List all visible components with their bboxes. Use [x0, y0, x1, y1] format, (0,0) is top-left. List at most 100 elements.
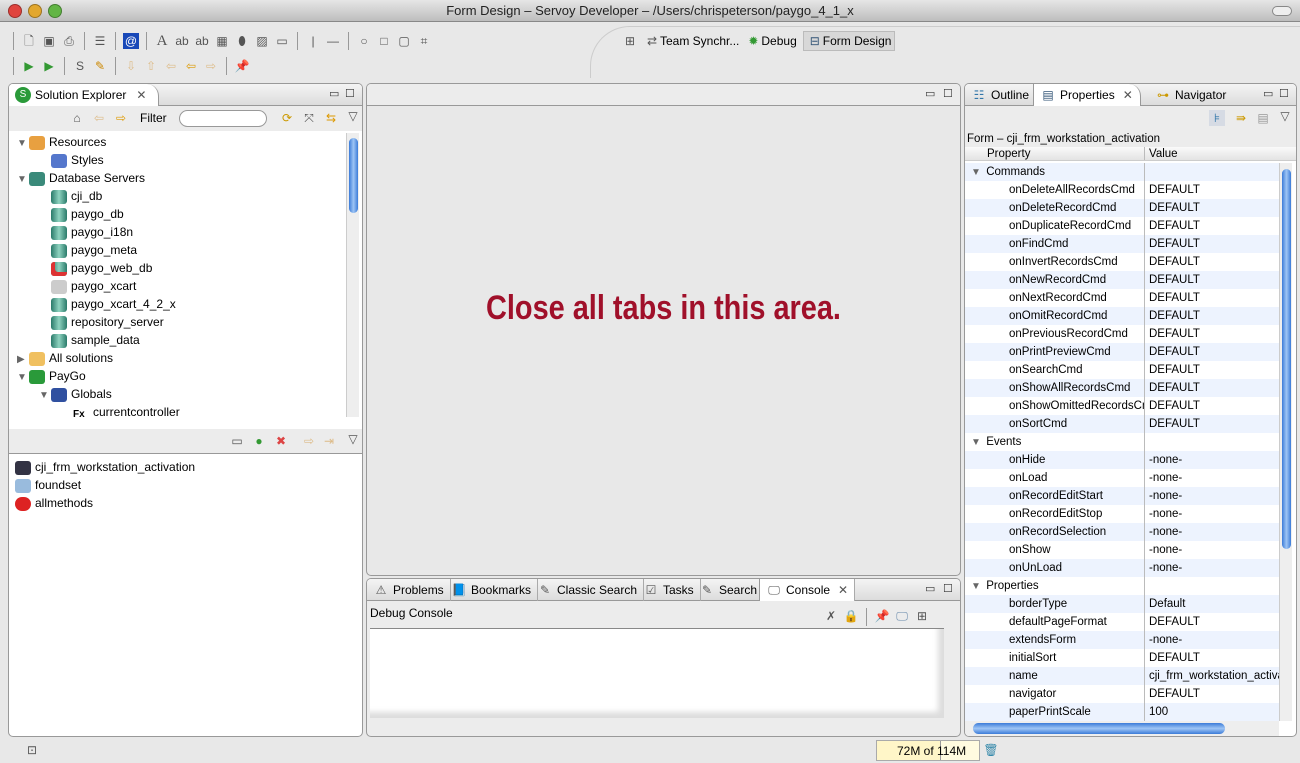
tree-item[interactable]: paygo_db	[9, 205, 345, 223]
property-value[interactable]: -none-	[1145, 487, 1279, 505]
close-tab-icon[interactable]: ✕	[1123, 84, 1133, 106]
property-row[interactable]: onDeleteRecordCmd DEFAULT	[965, 199, 1279, 217]
collapse-arrow-icon[interactable]: ▼	[971, 164, 983, 181]
property-value[interactable]: Default	[1145, 595, 1279, 613]
link-editor-icon[interactable]: ⇆	[323, 110, 339, 126]
home-icon[interactable]: ⌂	[69, 110, 85, 126]
scroll-lock-icon[interactable]: 🔒	[843, 608, 859, 624]
property-value[interactable]: DEFAULT	[1145, 325, 1279, 343]
property-value[interactable]: DEFAULT	[1145, 307, 1279, 325]
property-row[interactable]: extendsForm -none-	[965, 631, 1279, 649]
restore-default-icon[interactable]: ▤	[1255, 110, 1271, 126]
minimize-icon[interactable]: ▭	[1263, 87, 1273, 100]
open-perspective-icon[interactable]: ⊞	[622, 33, 638, 49]
pin-console-icon[interactable]: 📌	[874, 608, 890, 624]
property-value[interactable]: DEFAULT	[1145, 343, 1279, 361]
list-item[interactable]: cji_frm_workstation_activation	[15, 458, 355, 476]
back-icon[interactable]: ⇦	[183, 58, 199, 74]
collapse-arrow-icon[interactable]: ▼	[971, 578, 983, 595]
form-icon[interactable]: ☰	[92, 33, 108, 49]
list-item[interactable]: allmethods	[15, 494, 355, 512]
property-value[interactable]: DEFAULT	[1145, 271, 1279, 289]
tree-item[interactable]: paygo_xcart_4_2_x	[9, 295, 345, 313]
perspective-team-sync[interactable]: ⇄ Team Synchr...	[644, 33, 739, 49]
property-row[interactable]: onSortCmd DEFAULT	[965, 415, 1279, 433]
property-value[interactable]: -none-	[1145, 559, 1279, 577]
property-value[interactable]: -none-	[1145, 631, 1279, 649]
property-row[interactable]: onPrintPreviewCmd DEFAULT	[965, 343, 1279, 361]
tab-bookmarks[interactable]: 📘 Bookmarks	[445, 579, 539, 601]
property-value[interactable]: DEFAULT	[1145, 235, 1279, 253]
garbage-collect-icon[interactable]: 🗑	[983, 742, 999, 758]
property-row[interactable]: name cji_frm_workstation_activation	[965, 667, 1279, 685]
minimize-icon[interactable]: ▭	[925, 87, 935, 100]
show-categories-icon[interactable]: ⊧	[1209, 110, 1225, 126]
property-row[interactable]: onInvertRecordsCmd DEFAULT	[965, 253, 1279, 271]
bean-icon[interactable]: ⬮	[234, 33, 250, 49]
property-value[interactable]: -none-	[1145, 541, 1279, 559]
tree-item[interactable]: ▼ Database Servers	[9, 169, 345, 187]
view-menu-icon[interactable]: ▽	[345, 431, 361, 447]
flag-icon[interactable]: @	[123, 33, 139, 49]
property-row[interactable]: onShow -none-	[965, 541, 1279, 559]
property-value[interactable]: -none-	[1145, 523, 1279, 541]
open-icon[interactable]: ▭	[229, 433, 245, 449]
property-row[interactable]: initialSort DEFAULT	[965, 649, 1279, 667]
property-row[interactable]: onPreviousRecordCmd DEFAULT	[965, 325, 1279, 343]
image-icon[interactable]: ▨	[254, 33, 270, 49]
property-value[interactable]: DEFAULT	[1145, 685, 1279, 703]
tab-tasks[interactable]: ☑ Tasks	[637, 579, 701, 601]
textfield-icon[interactable]: ab	[174, 33, 190, 49]
property-value[interactable]: DEFAULT	[1145, 379, 1279, 397]
property-value[interactable]: DEFAULT	[1145, 181, 1279, 199]
property-category[interactable]: ▼ Properties	[965, 577, 1279, 595]
property-value[interactable]: -none-	[1145, 505, 1279, 523]
property-value[interactable]: DEFAULT	[1145, 289, 1279, 307]
zoom-window-button[interactable]	[48, 4, 62, 18]
property-row[interactable]: onOmitRecordCmd DEFAULT	[965, 307, 1279, 325]
print-icon[interactable]: ⎙	[61, 33, 77, 49]
new-icon[interactable]: 🗋	[21, 33, 37, 49]
tab-console[interactable]: 🖵 Console ✕	[759, 579, 856, 601]
close-tab-icon[interactable]: ✕	[136, 84, 146, 106]
property-row[interactable]: borderType Default	[965, 595, 1279, 613]
tree-item[interactable]: ▼ Globals	[9, 385, 345, 403]
close-tab-icon[interactable]: ✕	[838, 579, 848, 601]
property-row[interactable]: onHide -none-	[965, 451, 1279, 469]
minimize-window-button[interactable]	[28, 4, 42, 18]
property-row[interactable]: onShowOmittedRecordsCmd DEFAULT	[965, 397, 1279, 415]
collapse-icon[interactable]: ⤧	[301, 110, 317, 126]
run-web-client-icon[interactable]: ▶	[41, 58, 57, 74]
tree-item[interactable]: ▶ All solutions	[9, 349, 345, 367]
refresh-icon[interactable]: ⟳	[279, 110, 295, 126]
tab-solution-explorer[interactable]: S Solution Explorer ✕	[9, 84, 159, 106]
property-row[interactable]: navigator DEFAULT	[965, 685, 1279, 703]
perspective-debug[interactable]: ✹ Debug	[745, 33, 796, 49]
new-method-icon[interactable]: ●	[251, 433, 267, 449]
move-sample-icon[interactable]: ⇥	[321, 433, 337, 449]
back-icon[interactable]: ⇦	[91, 110, 107, 126]
filter-input[interactable]	[179, 110, 267, 127]
property-row[interactable]: onRecordSelection -none-	[965, 523, 1279, 541]
close-window-button[interactable]	[8, 4, 22, 18]
tab-outline[interactable]: ☷ Outline	[965, 84, 1035, 106]
property-row[interactable]: onFindCmd DEFAULT	[965, 235, 1279, 253]
console-output[interactable]	[370, 628, 944, 718]
xy-icon[interactable]: ⌗	[416, 33, 432, 49]
property-value[interactable]: DEFAULT	[1145, 397, 1279, 415]
list-item[interactable]: foundset	[15, 476, 355, 494]
tree-item[interactable]: paygo_web_db	[9, 259, 345, 277]
tree-item[interactable]: Styles	[9, 151, 345, 169]
tree-item[interactable]: paygo_meta	[9, 241, 345, 259]
next-annotation-icon[interactable]: ⇩	[123, 58, 139, 74]
property-value[interactable]: 100	[1145, 703, 1279, 721]
property-row[interactable]: onNextRecordCmd DEFAULT	[965, 289, 1279, 307]
view-menu-icon[interactable]: ▽	[345, 108, 361, 124]
maximize-icon[interactable]: ☐	[345, 87, 355, 100]
tree-scrollbar[interactable]	[346, 133, 359, 417]
perspective-form-design[interactable]: ⊟ Form Design	[802, 31, 896, 51]
maximize-icon[interactable]: ☐	[1279, 87, 1289, 100]
properties-vscrollbar[interactable]	[1279, 163, 1292, 721]
property-value[interactable]: DEFAULT	[1145, 253, 1279, 271]
property-value[interactable]: -none-	[1145, 469, 1279, 487]
